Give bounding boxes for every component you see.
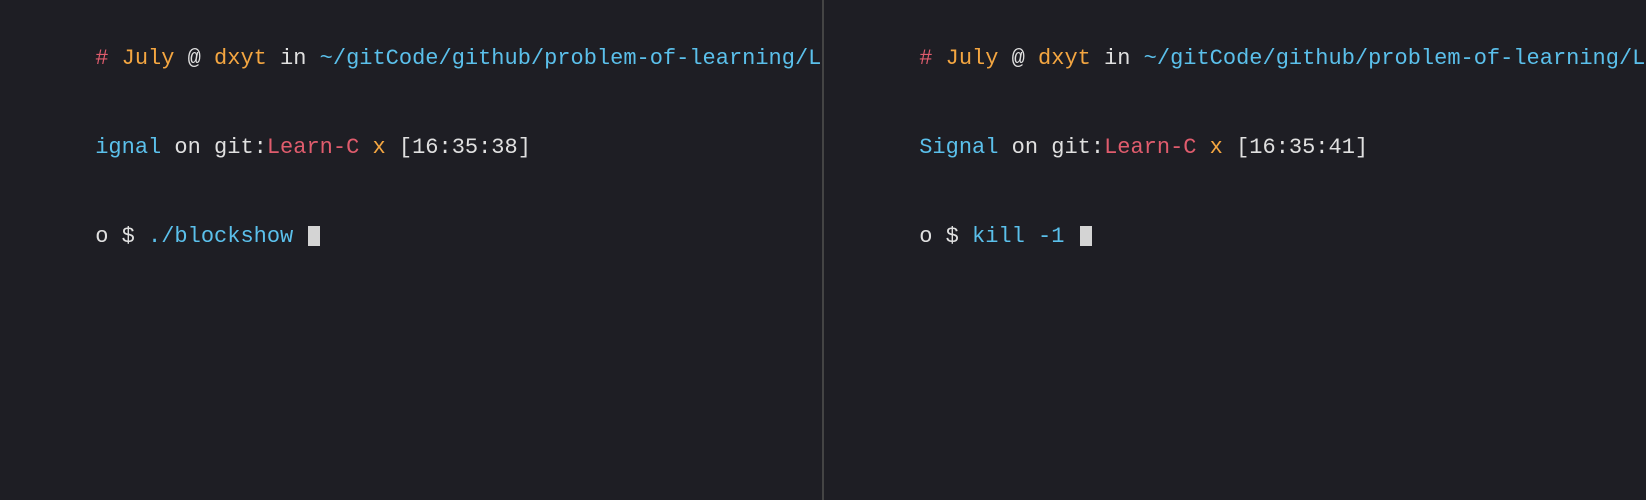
dollar-left: $ — [108, 224, 148, 249]
in-left: in — [267, 46, 320, 71]
hostname-right: dxyt — [1038, 46, 1091, 71]
hostname-left: dxyt — [214, 46, 267, 71]
path2-left: ignal — [95, 135, 161, 160]
prompt-line2-left: ignal on git:Learn-C x [16:35:38] — [16, 103, 806, 192]
cursor-left — [308, 226, 320, 246]
terminal-pane-left[interactable]: # July @ dxyt in ~/gitCode/github/proble… — [0, 0, 824, 500]
terminal-container: # July @ dxyt in ~/gitCode/github/proble… — [0, 0, 1646, 500]
command-left: ./blockshow — [148, 224, 293, 249]
git-label-left: git: — [214, 135, 267, 160]
command-line-left[interactable]: o $ ./blockshow — [16, 192, 806, 281]
on-left: on — [161, 135, 214, 160]
branch-right: Learn-C — [1104, 135, 1196, 160]
path-right: ~/gitCode/github/problem-of-learning/Lin… — [1144, 46, 1646, 71]
at-left: @ — [174, 46, 214, 71]
timestamp-left: [16:35:38] — [399, 135, 531, 160]
command-line-right[interactable]: o $ kill -1 — [840, 192, 1630, 281]
timestamp-right: [16:35:41] — [1236, 135, 1368, 160]
path-left: ~/gitCode/github/problem-of-learning/Lin… — [320, 46, 824, 71]
month-right: July — [946, 46, 999, 71]
terminal-pane-right[interactable]: # July @ dxyt in ~/gitCode/github/proble… — [824, 0, 1646, 500]
circle-left: o — [95, 224, 108, 249]
x-right: x — [1196, 135, 1236, 160]
command-right: kill -1 — [972, 224, 1064, 249]
dollar-right: $ — [932, 224, 972, 249]
month-left: July — [122, 46, 175, 71]
on-right: on — [998, 135, 1051, 160]
prompt-line1-left: # July @ dxyt in ~/gitCode/github/proble… — [16, 14, 806, 103]
prompt-line1-right: # July @ dxyt in ~/gitCode/github/proble… — [840, 14, 1630, 103]
cursor-right — [1080, 226, 1092, 246]
prompt-line2-right: Signal on git:Learn-C x [16:35:41] — [840, 103, 1630, 192]
branch-left: Learn-C — [267, 135, 359, 160]
x-left: x — [359, 135, 399, 160]
in-right: in — [1091, 46, 1144, 71]
hash-left: # — [95, 46, 121, 71]
git-label-right: git: — [1051, 135, 1104, 160]
path2-right: Signal — [919, 135, 998, 160]
at-right: @ — [998, 46, 1038, 71]
hash-right: # — [919, 46, 945, 71]
circle-right: o — [919, 224, 932, 249]
